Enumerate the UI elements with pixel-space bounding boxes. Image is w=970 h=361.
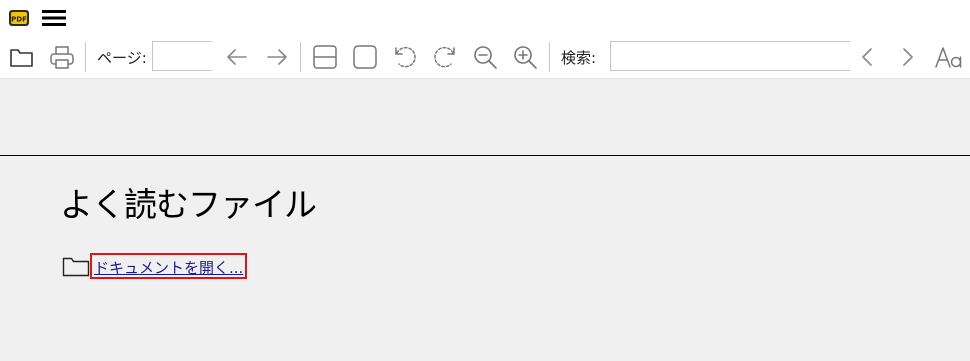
zoom-out-icon[interactable] — [472, 44, 498, 70]
chevron-left-icon[interactable] — [855, 44, 881, 70]
app-logo-text: PDF — [11, 16, 27, 24]
hamburger-menu-icon[interactable] — [42, 8, 66, 28]
search-label: 検索: — [561, 49, 597, 67]
app-logo: PDF — [8, 9, 30, 27]
open-document-link[interactable]: ドキュメントを開く... — [90, 253, 248, 279]
folder-open-icon[interactable] — [9, 44, 35, 70]
folder-icon — [62, 257, 90, 277]
arrow-left-icon[interactable] — [224, 44, 250, 70]
toolbar-separator — [85, 42, 86, 72]
font-case-icon[interactable] — [934, 44, 964, 70]
page-number-input[interactable] — [152, 41, 212, 71]
toolbar-separator — [300, 42, 301, 72]
page-label: ページ: — [97, 49, 147, 67]
chevron-right-icon[interactable] — [894, 44, 920, 70]
fit-width-icon[interactable] — [312, 44, 338, 70]
arrow-right-icon[interactable] — [264, 44, 290, 70]
toolbar: ページ: 検索: — [0, 36, 970, 79]
title-bar: PDF — [0, 0, 970, 36]
fit-page-icon[interactable] — [352, 44, 378, 70]
rotate-right-icon[interactable] — [432, 44, 458, 70]
printer-icon[interactable] — [49, 44, 75, 70]
toolbar-separator — [549, 42, 550, 72]
recent-files-heading: よく読むファイル — [60, 185, 317, 224]
search-input[interactable] — [610, 41, 850, 71]
content-divider — [0, 155, 970, 156]
rotate-left-icon[interactable] — [392, 44, 418, 70]
zoom-in-icon[interactable] — [512, 44, 538, 70]
